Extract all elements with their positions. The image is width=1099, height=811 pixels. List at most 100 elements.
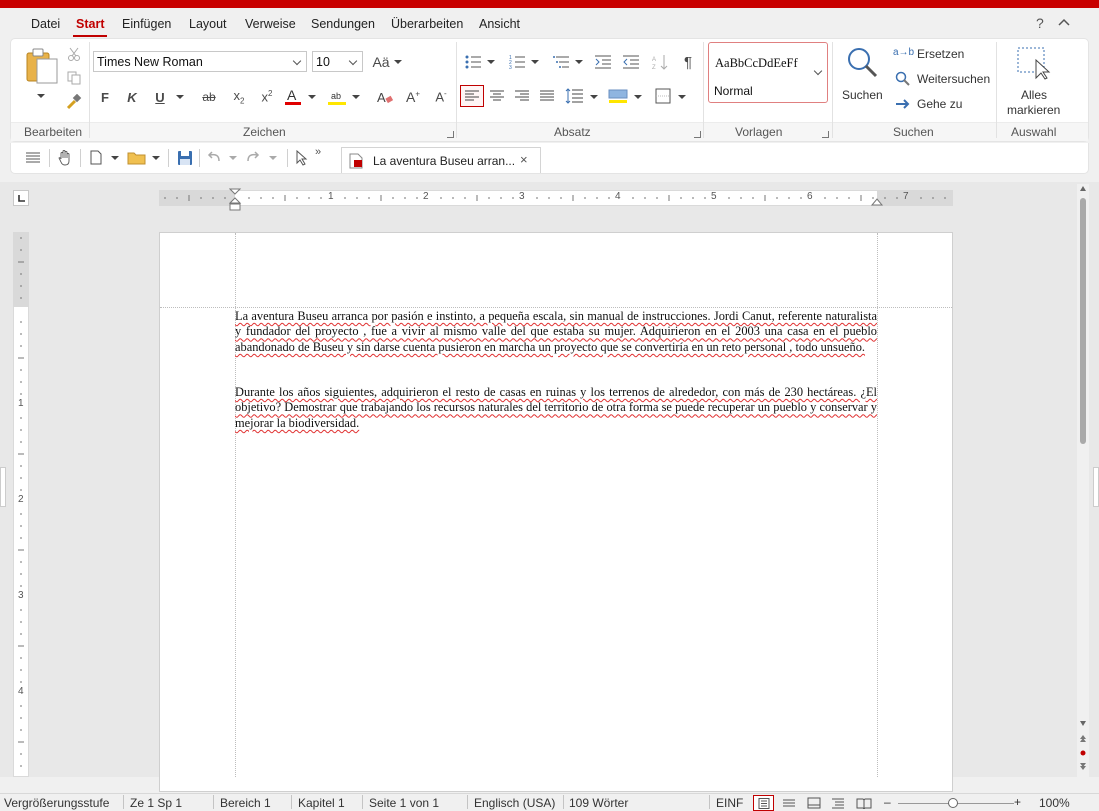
- numbering-button[interactable]: 123: [508, 53, 526, 71]
- hand-tool-button[interactable]: [57, 149, 73, 167]
- scroll-down-icon[interactable]: [1079, 719, 1087, 727]
- clear-formatting-button[interactable]: A: [376, 89, 394, 105]
- paste-dropdown-arrow[interactable]: [37, 94, 45, 98]
- replace-button[interactable]: a→b Ersetzen: [893, 46, 993, 64]
- zoom-percent[interactable]: 100%: [1039, 796, 1070, 810]
- status-chapter[interactable]: Kapitel 1: [298, 796, 345, 810]
- format-painter-button[interactable]: [66, 94, 82, 110]
- redo-button[interactable]: [245, 150, 261, 166]
- highlight-button[interactable]: ab: [327, 87, 347, 107]
- font-name-combobox[interactable]: Times New Roman: [93, 51, 307, 72]
- open-button[interactable]: [127, 150, 147, 166]
- undo-dropdown[interactable]: [229, 156, 237, 160]
- paragraph-dialog-launcher[interactable]: [694, 131, 701, 138]
- open-dropdown[interactable]: [152, 156, 160, 160]
- status-insert-mode[interactable]: EINF: [716, 796, 743, 810]
- search-button[interactable]: Suchen: [838, 44, 886, 106]
- justify-button[interactable]: [538, 87, 556, 105]
- underline-button[interactable]: U: [152, 89, 168, 105]
- paste-button[interactable]: [22, 46, 62, 86]
- decrease-indent-button[interactable]: [622, 53, 640, 71]
- scrollbar-thumb[interactable]: [1080, 198, 1086, 444]
- multilevel-list-button[interactable]: [552, 53, 570, 71]
- bullets-button[interactable]: [464, 53, 482, 71]
- menu-datei[interactable]: Datei: [31, 17, 60, 31]
- zoom-in-button[interactable]: +: [1014, 795, 1021, 809]
- status-position[interactable]: Ze 1 Sp 1: [130, 796, 182, 810]
- zoom-slider-thumb[interactable]: [948, 798, 958, 808]
- scroll-up-icon[interactable]: [1079, 184, 1087, 192]
- increase-indent-button[interactable]: [594, 53, 612, 71]
- align-center-button[interactable]: [488, 87, 506, 105]
- bold-button[interactable]: F: [97, 89, 113, 105]
- new-document-button[interactable]: [89, 149, 103, 166]
- underline-dropdown[interactable]: [176, 95, 184, 99]
- redo-dropdown[interactable]: [269, 156, 277, 160]
- italic-button[interactable]: K: [124, 89, 140, 105]
- show-formatting-marks-button[interactable]: ¶: [680, 53, 696, 71]
- page-layout-icon[interactable]: [807, 797, 821, 809]
- bullets-dropdown[interactable]: [487, 60, 495, 64]
- font-color-button[interactable]: A: [284, 87, 302, 107]
- line-spacing-button[interactable]: [564, 86, 584, 106]
- numbering-dropdown[interactable]: [531, 60, 539, 64]
- continuous-view-icon[interactable]: [782, 798, 796, 809]
- left-panel-handle[interactable]: [0, 467, 6, 507]
- menu-layout[interactable]: Layout: [189, 17, 227, 31]
- subscript-button[interactable]: x2: [230, 89, 248, 105]
- find-next-button[interactable]: Weitersuchen: [893, 71, 993, 89]
- cut-button[interactable]: [66, 46, 82, 62]
- book-view-icon[interactable]: [856, 797, 872, 809]
- outline-view-icon[interactable]: [831, 797, 845, 809]
- borders-button[interactable]: [653, 86, 673, 106]
- tab-stop-selector[interactable]: [13, 190, 29, 206]
- font-dialog-launcher[interactable]: [447, 131, 454, 138]
- shrink-font-button[interactable]: A-: [432, 88, 450, 106]
- multilevel-dropdown[interactable]: [575, 60, 583, 64]
- status-language[interactable]: Englisch (USA): [474, 796, 555, 810]
- superscript-button[interactable]: x2: [258, 89, 276, 105]
- align-right-button[interactable]: [513, 87, 531, 105]
- shading-button[interactable]: [607, 86, 629, 106]
- style-gallery[interactable]: AaBbCcDdEeFf Normal: [708, 42, 828, 103]
- menu-einfuegen[interactable]: Einfügen: [122, 17, 171, 31]
- collapse-ribbon-button[interactable]: [1058, 14, 1070, 30]
- help-button[interactable]: ?: [1036, 15, 1044, 31]
- browse-object-icons[interactable]: [1078, 733, 1088, 773]
- line-spacing-dropdown[interactable]: [590, 95, 598, 99]
- shading-dropdown[interactable]: [634, 95, 642, 99]
- toolbar-overflow-icon[interactable]: »: [315, 146, 321, 158]
- goto-button[interactable]: Gehe zu: [893, 96, 993, 114]
- styles-dialog-launcher[interactable]: [822, 131, 829, 138]
- menu-ueberarbeiten[interactable]: Überarbeiten: [391, 17, 463, 31]
- right-indent-marker[interactable]: [871, 196, 884, 208]
- highlight-dropdown[interactable]: [352, 95, 360, 99]
- grow-font-button[interactable]: A+: [404, 88, 422, 106]
- undo-button[interactable]: [206, 150, 222, 166]
- status-word-count[interactable]: 109 Wörter: [569, 796, 628, 810]
- align-left-button[interactable]: [460, 85, 484, 107]
- menu-sendungen[interactable]: Sendungen: [311, 17, 375, 31]
- close-tab-icon[interactable]: ×: [520, 152, 528, 167]
- sort-button[interactable]: AZ: [651, 53, 669, 71]
- strikethrough-button[interactable]: ab: [199, 89, 219, 105]
- font-size-combobox[interactable]: 10: [312, 51, 363, 72]
- document-paragraph[interactable]: La aventura Buseu arranca por pasión e i…: [235, 309, 877, 355]
- view-normal-button[interactable]: [753, 795, 774, 811]
- document-tab[interactable]: La aventura Buseu arran... ×: [341, 147, 541, 173]
- select-all-button[interactable]: Alles markieren: [1004, 44, 1064, 118]
- change-case-dropdown[interactable]: [394, 60, 402, 64]
- document-paragraph[interactable]: Durante los años siguientes, adquirieron…: [235, 385, 877, 431]
- menu-start[interactable]: Start: [76, 17, 104, 31]
- status-section[interactable]: Bereich 1: [220, 796, 271, 810]
- copy-button[interactable]: [66, 70, 82, 86]
- select-pointer-button[interactable]: [295, 149, 309, 166]
- save-button[interactable]: [176, 149, 193, 166]
- new-document-dropdown[interactable]: [111, 156, 119, 160]
- right-panel-handle[interactable]: [1093, 467, 1099, 507]
- menu-verweise[interactable]: Verweise: [245, 17, 296, 31]
- status-page[interactable]: Seite 1 von 1: [369, 796, 439, 810]
- menu-ansicht[interactable]: Ansicht: [479, 17, 520, 31]
- borders-dropdown[interactable]: [678, 95, 686, 99]
- zoom-out-button[interactable]: –: [884, 795, 891, 809]
